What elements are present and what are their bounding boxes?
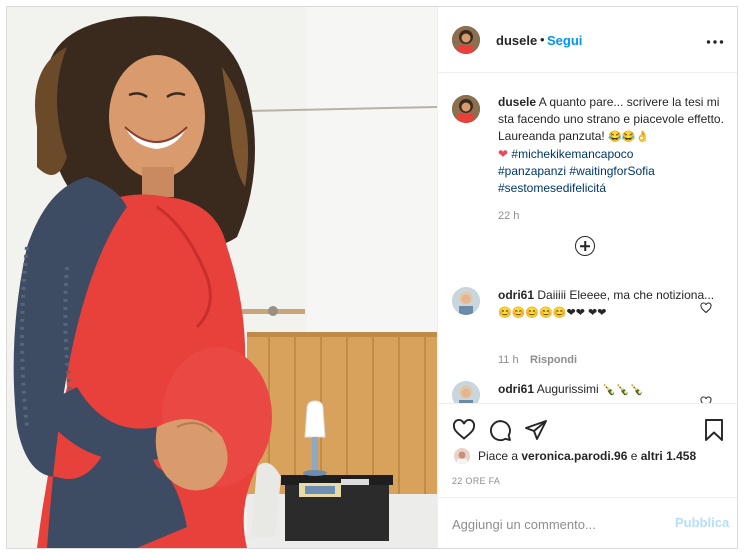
caption-emoji: 😂😂👌 [608, 131, 650, 143]
caption-username[interactable]: dusele [498, 95, 536, 109]
comment-icon[interactable] [488, 418, 512, 447]
caption-text: dusele A quanto pare... scrivere la tesi… [498, 94, 726, 197]
paper-plane-icon [525, 420, 547, 440]
author-avatar[interactable] [452, 26, 480, 54]
post-age[interactable]: 22 ORE FA [452, 476, 500, 486]
bookmark-icon [705, 419, 723, 441]
post-actions: Piace a veronica.parodi.96 e altri 1.458… [438, 403, 737, 497]
post-modal: dusele • Segui dusele A quanto pare... s… [6, 6, 738, 549]
share-icon[interactable] [524, 418, 548, 447]
avatar-photo [452, 95, 480, 123]
comment-timestamp: 11 h [498, 354, 519, 366]
post-header: dusele • Segui [438, 7, 737, 73]
comment-body: Daiiiii Eleeee, ma che notiziona... [537, 288, 715, 302]
speech-bubble-icon [489, 420, 511, 442]
reply-button[interactable]: Rispondi [530, 354, 577, 366]
caption-avatar[interactable] [452, 95, 480, 123]
more-options-icon[interactable] [706, 29, 724, 50]
separator-dot: • [540, 32, 545, 47]
comment-body: Augurissimi [536, 382, 599, 396]
comment-emoji: 😊😊😊😊😊❤❤ ❤❤ [498, 307, 607, 319]
ellipsis-icon [706, 40, 724, 44]
comment-emoji: 🍾🍾🍾 [602, 384, 644, 396]
follow-button[interactable]: Segui [547, 33, 582, 48]
commenter-avatar[interactable] [452, 381, 480, 403]
like-comment-icon[interactable] [700, 395, 712, 403]
comment-text: odri61 Daiiiii Eleeee, ma che notiziona.… [498, 287, 726, 322]
comment-username[interactable]: odri61 [498, 288, 534, 302]
like-icon[interactable] [452, 418, 476, 447]
post-photo[interactable] [7, 7, 437, 548]
author-username[interactable]: dusele [496, 33, 537, 48]
heart-emoji: ❤ [498, 147, 509, 161]
hashtag[interactable]: #waitingforSofia [569, 164, 654, 178]
avatar-photo [454, 448, 470, 464]
commenter-avatar[interactable] [452, 287, 480, 315]
heart-outline-icon [700, 302, 712, 314]
liker-avatar[interactable] [454, 448, 470, 464]
comment-text: odri61 Augurissimi 🍾🍾🍾 [498, 381, 726, 399]
likes-prefix: Piace a [478, 449, 522, 463]
post-side-panel: dusele • Segui dusele A quanto pare... s… [437, 7, 737, 548]
load-more-comments-icon[interactable] [575, 236, 595, 256]
heart-outline-icon [700, 396, 712, 403]
caption-timestamp: 22 h [498, 210, 520, 222]
heart-outline-icon [452, 419, 476, 440]
likes-middle: e [627, 449, 641, 463]
avatar-photo [452, 26, 480, 54]
like-comment-icon[interactable] [700, 301, 712, 319]
comment-username[interactable]: odri61 [498, 382, 534, 396]
comments-list[interactable]: dusele A quanto pare... scrivere la tesi… [438, 73, 737, 403]
add-comment-bar: Pubblica [438, 497, 737, 548]
likes-others[interactable]: altri 1.458 [641, 449, 696, 463]
avatar-photo [452, 287, 480, 315]
save-icon[interactable] [702, 418, 726, 447]
publish-button[interactable]: Pubblica [675, 515, 729, 530]
liker-username[interactable]: veronica.parodi.96 [521, 449, 627, 463]
comment-input[interactable] [450, 513, 654, 535]
hashtag[interactable]: #michekikemancapoco [511, 147, 633, 161]
hashtag[interactable]: #sestomesedifelicitá [498, 181, 606, 195]
avatar-photo [452, 381, 480, 403]
hashtag[interactable]: #panzapanzi [498, 164, 566, 178]
likes-summary: Piace a veronica.parodi.96 e altri 1.458 [478, 449, 696, 463]
photo-illustration [7, 7, 437, 548]
